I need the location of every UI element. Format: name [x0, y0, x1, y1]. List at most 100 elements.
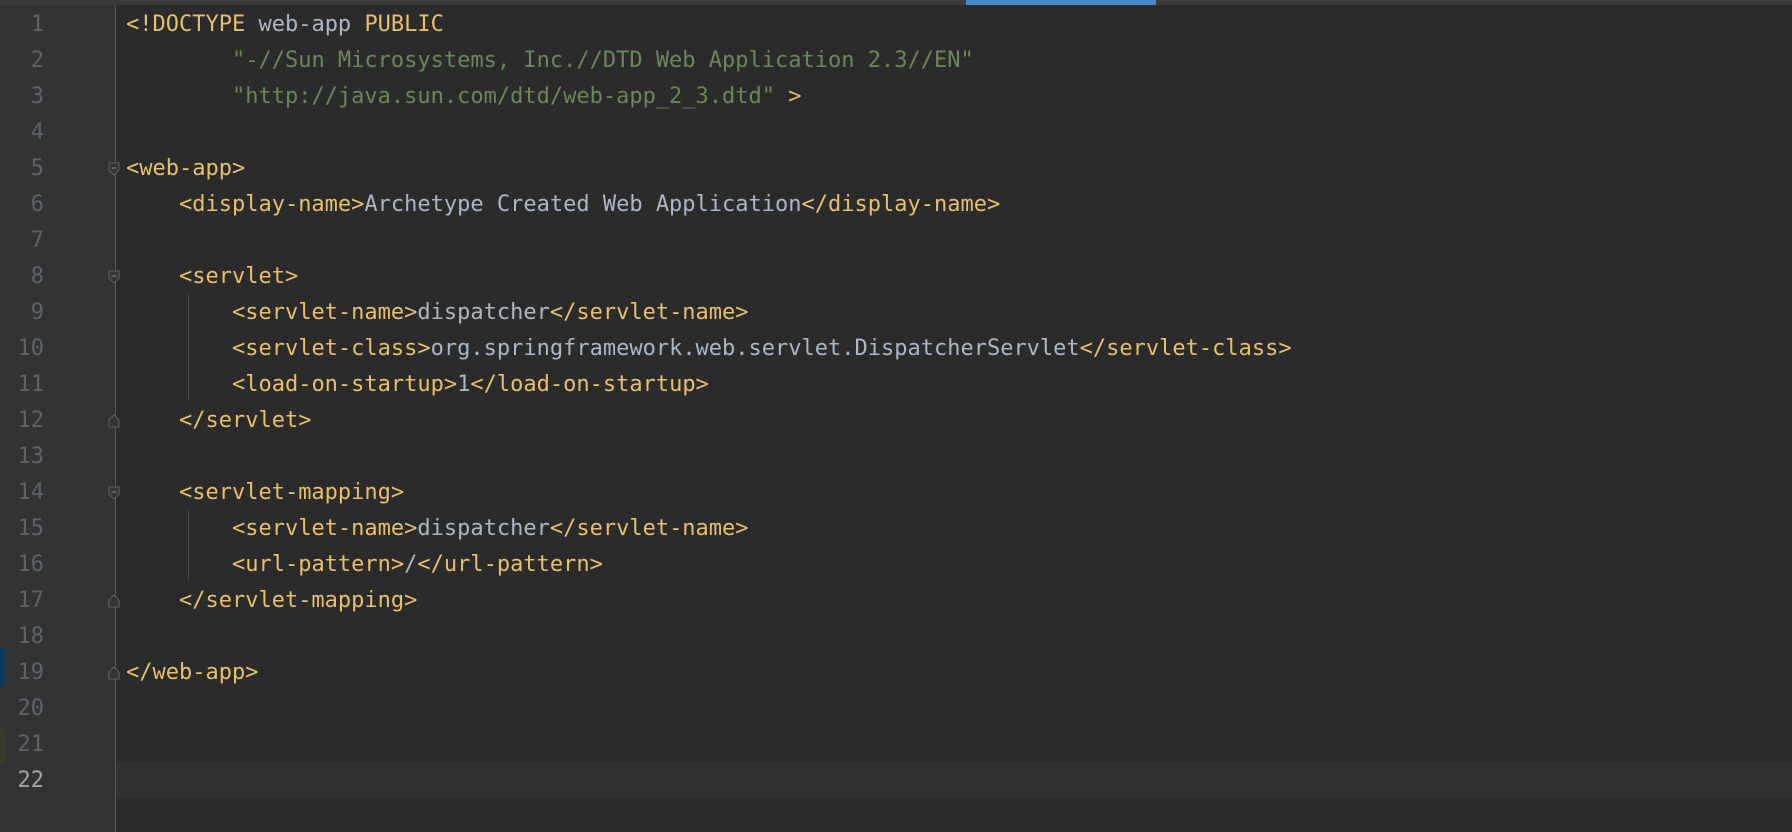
- code-text[interactable]: <load-on-startup>1</load-on-startup>: [126, 367, 709, 403]
- editor-tab-strip: [0, 0, 1792, 5]
- code-line[interactable]: 21: [0, 727, 1792, 763]
- doctype-name: web-app: [245, 12, 365, 37]
- line-number: 20: [17, 696, 45, 721]
- line-number: 15: [17, 516, 45, 541]
- code-text[interactable]: <servlet-mapping>: [126, 475, 404, 511]
- display-name-open-tag: <display-name>: [178, 192, 365, 217]
- code-line[interactable]: 11 <load-on-startup>1</load-on-startup>: [0, 367, 1792, 403]
- servlet-close-tag: </servlet>: [178, 408, 312, 433]
- code-text[interactable]: "http://java.sun.com/dtd/web-app_2_3.dtd…: [126, 79, 802, 115]
- doctype-close: >: [775, 84, 802, 109]
- line-number: 16: [17, 552, 45, 577]
- line-number: 3: [30, 84, 44, 109]
- code-text[interactable]: <web-app>: [126, 151, 245, 187]
- line-number: 14: [17, 480, 45, 505]
- code-line[interactable]: 19 </web-app>: [0, 655, 1792, 691]
- web-app-open-tag: <web-app>: [126, 156, 246, 181]
- servlet-mapping-close-tag: </servlet-mapping>: [178, 588, 418, 613]
- line-number: 18: [17, 624, 45, 649]
- fold-collapse-icon[interactable]: [108, 162, 120, 176]
- servlet-name-close-tag: </servlet-name>: [549, 516, 749, 541]
- load-on-startup-open-tag: <load-on-startup>: [231, 372, 458, 397]
- code-line[interactable]: 5 <web-app>: [0, 151, 1792, 187]
- fold-collapse-icon[interactable]: [108, 486, 120, 500]
- servlet-name-value: dispatcher: [417, 516, 550, 541]
- display-name-value: Archetype Created Web Application: [364, 192, 802, 217]
- line-number: 12: [17, 408, 45, 433]
- code-line[interactable]: 6 <display-name>Archetype Created Web Ap…: [0, 187, 1792, 223]
- fold-end-icon[interactable]: [108, 414, 120, 428]
- line-number: 1: [30, 12, 44, 37]
- line-number: 11: [17, 372, 45, 397]
- code-text[interactable]: </servlet-mapping>: [126, 583, 417, 619]
- line-number: 21: [17, 732, 45, 757]
- code-text[interactable]: <url-pattern>/</url-pattern>: [126, 547, 603, 583]
- line-number: 8: [30, 264, 44, 289]
- code-line[interactable]: 17 </servlet-mapping>: [0, 583, 1792, 619]
- servlet-open-tag: <servlet>: [178, 264, 299, 289]
- code-line[interactable]: 12 </servlet>: [0, 403, 1792, 439]
- code-line[interactable]: 2 "-//Sun Microsystems, Inc.//DTD Web Ap…: [0, 43, 1792, 79]
- doctype-public: PUBLIC: [364, 12, 444, 37]
- code-line[interactable]: 4: [0, 115, 1792, 151]
- code-line[interactable]: 8 <servlet>: [0, 259, 1792, 295]
- code-text[interactable]: </servlet>: [126, 403, 311, 439]
- fold-end-icon[interactable]: [108, 666, 120, 680]
- line-number: 5: [30, 156, 44, 181]
- code-line[interactable]: 9 <servlet-name>dispatcher</servlet-name…: [0, 295, 1792, 331]
- servlet-mapping-open-tag: <servlet-mapping>: [178, 480, 405, 505]
- code-text[interactable]: </web-app>: [126, 655, 258, 691]
- code-line[interactable]: 10 <servlet-class>org.springframework.we…: [0, 331, 1792, 367]
- code-line[interactable]: 15 <servlet-name>dispatcher</servlet-nam…: [0, 511, 1792, 547]
- line-number: 22: [17, 768, 45, 793]
- code-text[interactable]: "-//Sun Microsystems, Inc.//DTD Web Appl…: [126, 43, 974, 79]
- fold-collapse-icon[interactable]: [108, 270, 120, 284]
- code-line[interactable]: 1 <!DOCTYPE web-app PUBLIC: [0, 7, 1792, 43]
- code-line[interactable]: 20: [0, 691, 1792, 727]
- code-text[interactable]: <servlet-class>org.springframework.web.s…: [126, 331, 1292, 367]
- code-line-current[interactable]: 22: [0, 763, 1792, 799]
- line-number: 17: [17, 588, 45, 613]
- code-line[interactable]: 3 "http://java.sun.com/dtd/web-app_2_3.d…: [0, 79, 1792, 115]
- servlet-name-open-tag: <servlet-name>: [231, 516, 418, 541]
- code-text[interactable]: <!DOCTYPE web-app PUBLIC: [126, 7, 444, 43]
- system-id-string: "http://java.sun.com/dtd/web-app_2_3.dtd…: [231, 84, 776, 109]
- code-line[interactable]: 13: [0, 439, 1792, 475]
- fold-end-icon[interactable]: [108, 594, 120, 608]
- line-number: 4: [30, 120, 44, 145]
- servlet-class-open-tag: <servlet-class>: [231, 336, 431, 361]
- code-text[interactable]: <servlet-name>dispatcher</servlet-name>: [126, 511, 749, 547]
- code-line[interactable]: 7: [0, 223, 1792, 259]
- servlet-class-close-tag: </servlet-class>: [1079, 336, 1292, 361]
- code-text[interactable]: <servlet-name>dispatcher</servlet-name>: [126, 295, 749, 331]
- line-number: 19: [17, 660, 45, 685]
- line-number: 9: [30, 300, 44, 325]
- code-editor[interactable]: 1 <!DOCTYPE web-app PUBLIC 2 "-//Sun Mic…: [0, 0, 1792, 832]
- load-on-startup-value: 1: [457, 372, 471, 397]
- line-number: 7: [30, 228, 44, 253]
- line-number: 2: [30, 48, 44, 73]
- code-line[interactable]: 18: [0, 619, 1792, 655]
- code-text[interactable]: <servlet>: [126, 259, 298, 295]
- servlet-class-value: org.springframework.web.servlet.Dispatch…: [430, 336, 1080, 361]
- servlet-name-value: dispatcher: [417, 300, 550, 325]
- code-line[interactable]: 16 <url-pattern>/</url-pattern>: [0, 547, 1792, 583]
- public-id-string: "-//Sun Microsystems, Inc.//DTD Web Appl…: [231, 48, 974, 73]
- servlet-name-close-tag: </servlet-name>: [549, 300, 749, 325]
- doctype-keyword: <!DOCTYPE: [126, 12, 246, 37]
- code-line[interactable]: 14 <servlet-mapping>: [0, 475, 1792, 511]
- active-tab-indicator[interactable]: [966, 0, 1156, 5]
- load-on-startup-close-tag: </load-on-startup>: [470, 372, 709, 397]
- code-text[interactable]: <display-name>Archetype Created Web Appl…: [126, 187, 1000, 223]
